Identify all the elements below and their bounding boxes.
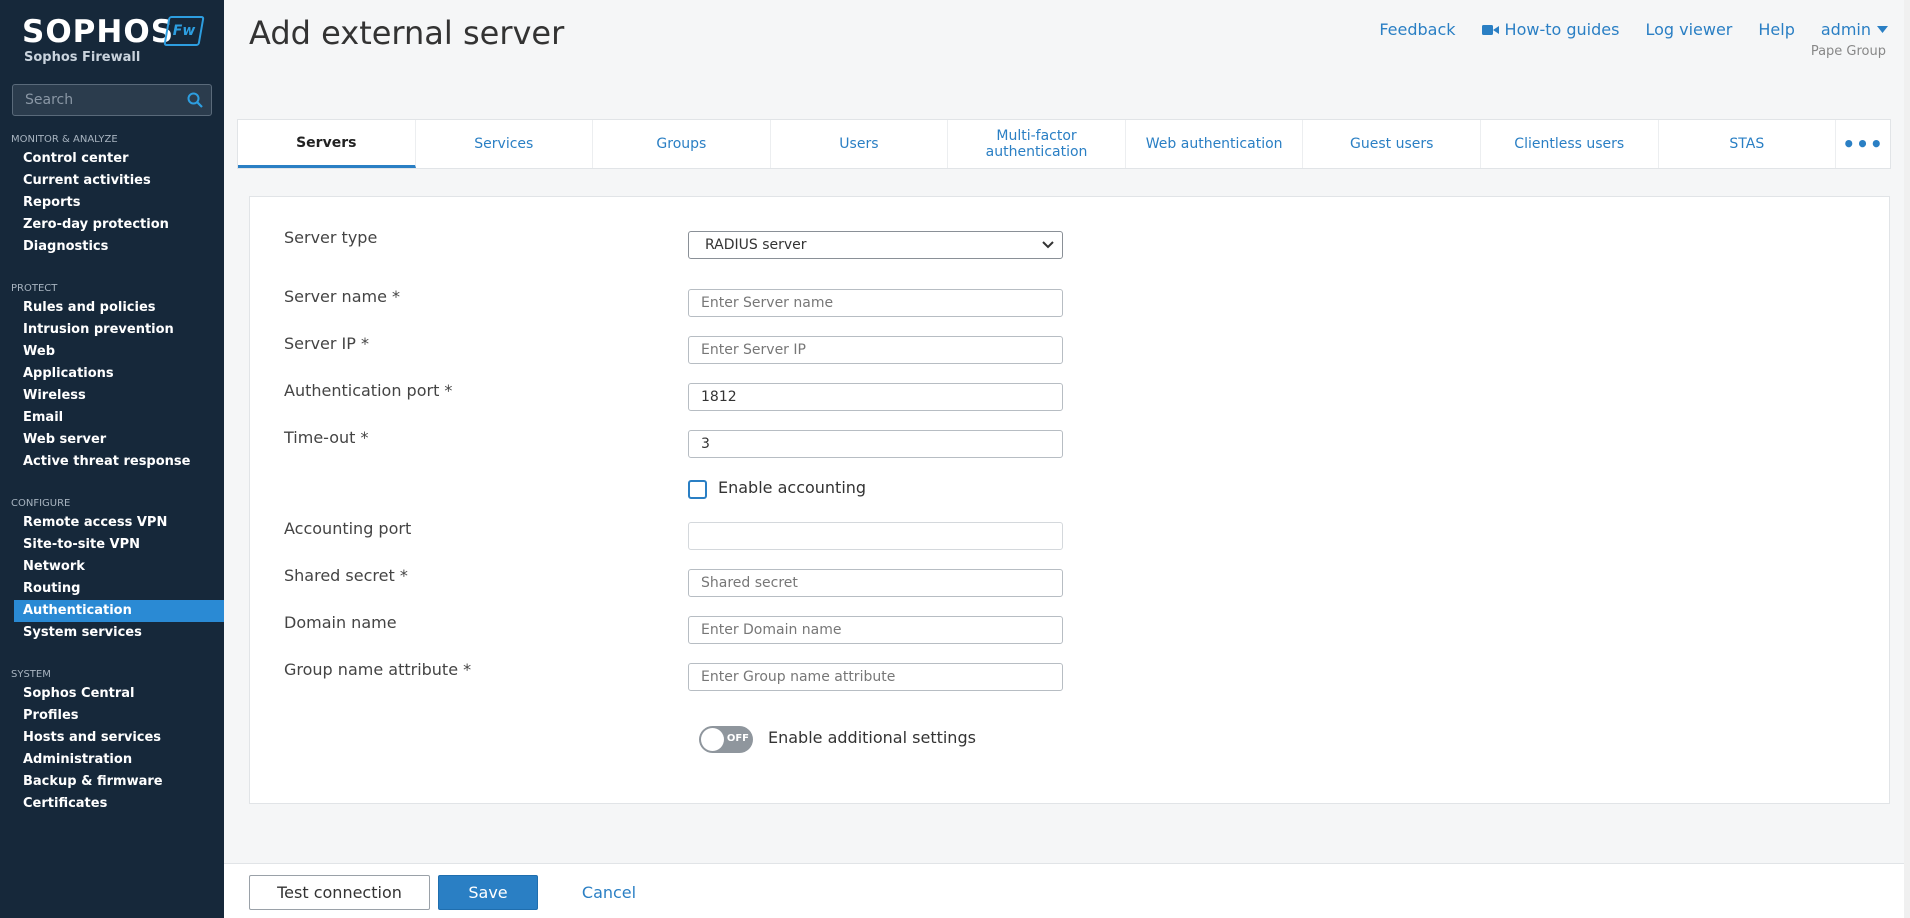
product-name: Sophos Firewall	[24, 50, 141, 65]
nav-item-wireless[interactable]: Wireless	[0, 385, 224, 407]
shared-secret-field[interactable]	[688, 569, 1063, 597]
help-link[interactable]: Help	[1758, 20, 1794, 39]
server-type-label: Server type	[284, 228, 378, 247]
nav-item-network[interactable]: Network	[0, 556, 224, 578]
tab-groups[interactable]: Groups	[593, 120, 771, 168]
tab-guest-users[interactable]: Guest users	[1303, 120, 1481, 168]
timeout-label: Time-out *	[284, 428, 369, 447]
feedback-link[interactable]: Feedback	[1379, 20, 1455, 39]
domain-name-field[interactable]	[688, 616, 1063, 644]
nav-heading: PROTECT	[11, 283, 58, 294]
toggle-state: OFF	[726, 733, 749, 744]
tab-users[interactable]: Users	[771, 120, 949, 168]
nav-item-system-services[interactable]: System services	[0, 622, 224, 644]
timeout-field[interactable]	[688, 430, 1063, 458]
server-ip-field[interactable]	[688, 336, 1063, 364]
server-name-field[interactable]	[688, 289, 1063, 317]
cancel-button[interactable]: Cancel	[569, 875, 649, 910]
nav-item-profiles[interactable]: Profiles	[0, 705, 224, 727]
nav-item-active-threat[interactable]: Active threat response	[0, 451, 224, 473]
accounting-port-field	[688, 522, 1063, 550]
additional-settings-label: Enable additional settings	[768, 728, 976, 747]
footer-bar: Test connection Save Cancel	[224, 863, 1904, 918]
additional-settings-toggle[interactable]: OFF	[699, 726, 753, 753]
toggle-knob	[701, 728, 724, 751]
nav-item-zero-day[interactable]: Zero-day protection	[0, 214, 224, 236]
howto-label: How-to guides	[1504, 20, 1620, 39]
tab-clientless-users[interactable]: Clientless users	[1481, 120, 1659, 168]
top-links: Feedback How-to guides Log viewer Help a…	[1379, 20, 1888, 39]
organization-name: Pape Group	[1810, 44, 1886, 59]
user-menu[interactable]: admin	[1821, 20, 1888, 39]
logo-wordmark: SOPHOS	[22, 14, 175, 50]
more-tabs-icon[interactable]: •••	[1836, 120, 1890, 168]
nav-item-routing[interactable]: Routing	[0, 578, 224, 600]
scrollbar[interactable]	[1904, 0, 1910, 918]
nav-item-remote-vpn[interactable]: Remote access VPN	[0, 512, 224, 534]
nav-item-web-server[interactable]: Web server	[0, 429, 224, 451]
accounting-port-label: Accounting port	[284, 519, 412, 538]
save-button[interactable]: Save	[438, 875, 538, 910]
nav-item-backup[interactable]: Backup & firmware	[0, 771, 224, 793]
nav-item-control-center[interactable]: Control center	[0, 148, 224, 170]
nav-item-rules[interactable]: Rules and policies	[0, 297, 224, 319]
caret-down-icon	[1877, 26, 1888, 33]
server-type-select[interactable]: RADIUS server	[688, 231, 1063, 259]
nav-item-ips[interactable]: Intrusion prevention	[0, 319, 224, 341]
search-icon[interactable]	[187, 92, 203, 108]
tab-services[interactable]: Services	[416, 120, 594, 168]
auth-port-field[interactable]	[688, 383, 1063, 411]
nav-item-sophos-central[interactable]: Sophos Central	[0, 683, 224, 705]
auth-port-label: Authentication port *	[284, 381, 453, 400]
nav-item-email[interactable]: Email	[0, 407, 224, 429]
nav-item-diagnostics[interactable]: Diagnostics	[0, 236, 224, 258]
nav-item-hosts[interactable]: Hosts and services	[0, 727, 224, 749]
nav-configure: CONFIGURE Remote access VPN Site-to-site…	[0, 496, 224, 644]
howto-link[interactable]: How-to guides	[1481, 20, 1620, 39]
server-name-label: Server name *	[284, 287, 401, 306]
server-ip-label: Server IP *	[284, 334, 370, 353]
nav-heading: CONFIGURE	[11, 498, 71, 509]
nav-protect: PROTECT Rules and policies Intrusion pre…	[0, 281, 224, 473]
nav-item-reports[interactable]: Reports	[0, 192, 224, 214]
nav-item-current-activities[interactable]: Current activities	[0, 170, 224, 192]
nav-monitor: MONITOR & ANALYZE Control center Current…	[0, 132, 224, 258]
nav-system: SYSTEM Sophos Central Profiles Hosts and…	[0, 667, 224, 815]
server-type-value: RADIUS server	[705, 237, 807, 253]
tab-mfa[interactable]: Multi-factor authentication	[948, 120, 1126, 168]
tab-servers[interactable]: Servers	[238, 120, 416, 168]
nav-heading: MONITOR & ANALYZE	[11, 134, 118, 145]
group-name-attribute-label: Group name attribute *	[284, 660, 472, 679]
chevron-down-icon	[1042, 241, 1054, 249]
nav-item-site-vpn[interactable]: Site-to-site VPN	[0, 534, 224, 556]
group-name-attribute-field[interactable]	[688, 663, 1063, 691]
page-title: Add external server	[249, 14, 565, 52]
tab-web-authentication[interactable]: Web authentication	[1126, 120, 1304, 168]
user-name: admin	[1820, 20, 1871, 39]
form-panel	[249, 196, 1890, 804]
shared-secret-label: Shared secret *	[284, 566, 408, 585]
domain-name-label: Domain name	[284, 613, 397, 632]
sophos-logo[interactable]: SOPHOS Sophos Firewall	[22, 14, 174, 65]
nav-item-authentication[interactable]: Authentication	[14, 600, 224, 622]
video-camera-icon	[1481, 24, 1499, 35]
search-box[interactable]	[12, 84, 212, 116]
tab-stas[interactable]: STAS	[1659, 120, 1837, 168]
enable-accounting-checkbox[interactable]	[688, 480, 707, 499]
nav-item-web[interactable]: Web	[0, 341, 224, 363]
log-viewer-link[interactable]: Log viewer	[1645, 20, 1732, 39]
nav-heading: SYSTEM	[11, 669, 51, 680]
enable-accounting-label: Enable accounting	[718, 478, 867, 497]
fw-badge-icon: Fw	[163, 16, 205, 46]
test-connection-button[interactable]: Test connection	[249, 875, 430, 910]
search-input[interactable]	[13, 85, 173, 115]
nav-item-applications[interactable]: Applications	[0, 363, 224, 385]
nav-item-administration[interactable]: Administration	[0, 749, 224, 771]
nav-item-certificates[interactable]: Certificates	[0, 793, 224, 815]
tab-bar: Servers Services Groups Users Multi-fact…	[237, 119, 1891, 169]
sidebar: SOPHOS Sophos Firewall Fw MONITOR & ANAL…	[0, 0, 224, 918]
